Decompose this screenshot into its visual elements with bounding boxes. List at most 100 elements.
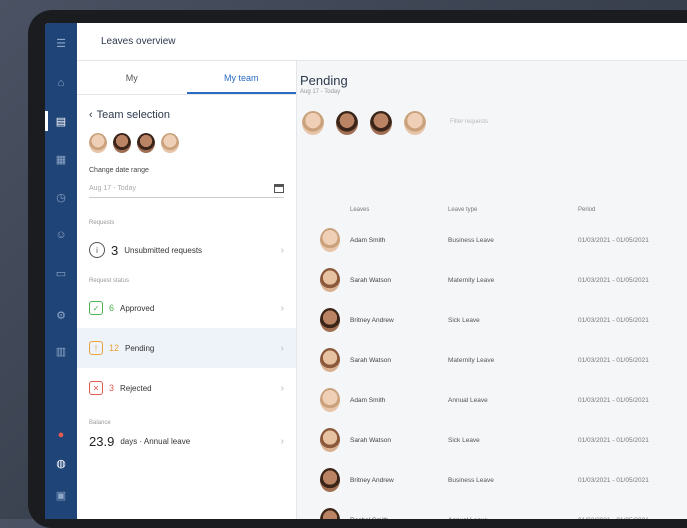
approved-row[interactable]: ✓ 6 Approved › bbox=[77, 288, 296, 328]
leave-type: Annual Leave bbox=[448, 397, 488, 404]
team-selection-label: Team selection bbox=[96, 109, 171, 121]
rejected-label: Rejected bbox=[120, 383, 152, 393]
leave-period: 01/03/2021 - 01/05/2021 bbox=[578, 357, 649, 364]
chevron-right-icon: › bbox=[280, 382, 284, 394]
leaves-table: Leaves Leave type Period Adam Smith Busin… bbox=[298, 201, 687, 519]
app-screen: ☰ ⌂ ▤ ▦ ◷ ☺ ▭ ⚙ ▥ ● ◍ ▣ Leaves overview … bbox=[45, 23, 687, 519]
table-row[interactable]: Sarah Watson Maternity Leave 01/03/2021 - … bbox=[298, 261, 687, 301]
column-header[interactable]: Period bbox=[578, 207, 595, 213]
table-row[interactable]: Rachel SmithAnnual Leave01/03/2021 - 01/… bbox=[298, 501, 687, 519]
page-title: Leaves overview bbox=[101, 36, 176, 47]
table-row[interactable]: Britney Andrew Business Leave 01/03/2021 -… bbox=[298, 461, 687, 501]
chevron-right-icon: › bbox=[280, 302, 284, 314]
table-row[interactable]: Britney Andrew Sick Leave 01/03/2021 - 01/… bbox=[298, 301, 687, 341]
chevron-right-icon: › bbox=[280, 342, 284, 354]
avatar[interactable] bbox=[89, 133, 107, 153]
employee-name: Adam Smith bbox=[350, 237, 386, 244]
chevron-left-icon: ‹ bbox=[89, 109, 93, 121]
employee-name: Britney Andrew bbox=[350, 477, 394, 484]
avatar bbox=[320, 388, 340, 412]
avatar[interactable] bbox=[137, 133, 155, 153]
leave-period: 01/03/2021 - 01/05/2021 bbox=[578, 477, 649, 484]
chevron-right-icon: › bbox=[280, 244, 284, 256]
leave-type: Business Leave bbox=[448, 237, 494, 244]
avatar bbox=[320, 468, 340, 492]
people-icon[interactable]: ☺ bbox=[53, 227, 69, 243]
table-row[interactable]: Sarah Watson Sick Leave 01/03/2021 - 01/05… bbox=[298, 421, 687, 461]
avatar[interactable] bbox=[161, 133, 179, 153]
pending-row[interactable]: ! 12 Pending › bbox=[77, 328, 296, 368]
clock-icon[interactable]: ◷ bbox=[53, 189, 69, 205]
check-icon: ✓ bbox=[89, 301, 103, 315]
leave-period: 01/03/2021 - 01/05/2021 bbox=[578, 397, 649, 404]
avatar bbox=[320, 348, 340, 372]
table-header: Leaves Leave type Period bbox=[298, 201, 687, 221]
leave-period: 01/03/2021 - 01/05/2021 bbox=[578, 437, 649, 444]
employee-name: Britney Andrew bbox=[350, 317, 394, 324]
pending-icon: ! bbox=[89, 341, 103, 355]
leave-period: 01/03/2021 - 01/05/2021 bbox=[578, 317, 649, 324]
unsubmitted-count: 3 bbox=[111, 242, 119, 258]
leaves-icon[interactable]: ▤ bbox=[45, 111, 69, 131]
leave-type: Business Leave bbox=[448, 477, 494, 484]
leave-period: 01/03/2021 - 01/05/2021 bbox=[578, 237, 649, 244]
pending-count: 12 bbox=[109, 343, 120, 353]
avatar bbox=[320, 308, 340, 332]
column-header[interactable]: Leave type bbox=[448, 207, 477, 213]
settings-icon[interactable]: ⚙ bbox=[53, 307, 69, 323]
menu-icon[interactable]: ☰ bbox=[53, 35, 69, 51]
avatar[interactable] bbox=[113, 133, 131, 153]
globe-icon[interactable]: ◍ bbox=[53, 455, 69, 471]
chart-icon[interactable]: ▥ bbox=[53, 343, 69, 359]
rejected-row[interactable]: ✕ 3 Rejected › bbox=[77, 368, 296, 408]
employee-name: Sarah Watson bbox=[350, 437, 391, 444]
balance-label: days · Annual leave bbox=[120, 436, 191, 446]
employee-name: Sarah Watson bbox=[350, 277, 391, 284]
avatar bbox=[320, 508, 340, 519]
balance-row[interactable]: 23.9 days · Annual leave › bbox=[77, 426, 296, 456]
date-range-label: Change date range bbox=[89, 167, 149, 174]
unsubmitted-label: Unsubmitted requests bbox=[124, 245, 203, 255]
request-status-caption: Request status bbox=[89, 278, 130, 284]
leave-period: 01/03/2021 - 01/05/2021 bbox=[578, 277, 649, 284]
tab-bar: My My team bbox=[77, 61, 296, 95]
tab-my-team[interactable]: My team bbox=[186, 61, 296, 94]
requests-caption: Requests bbox=[89, 220, 115, 226]
approved-count: 6 bbox=[109, 303, 115, 313]
table-row[interactable]: Adam Smith Annual Leave 01/03/2021 - 01/05… bbox=[298, 381, 687, 421]
unsubmitted-requests-row[interactable]: i 3 Unsubmitted requests › bbox=[77, 230, 296, 270]
document-icon[interactable]: ▭ bbox=[53, 265, 69, 281]
calendar-icon[interactable]: ▦ bbox=[53, 151, 69, 167]
column-header[interactable]: Leaves bbox=[350, 207, 369, 213]
avatar[interactable] bbox=[302, 111, 324, 135]
date-range-placeholder: Aug 17 - Today bbox=[89, 185, 136, 192]
avatar[interactable] bbox=[336, 111, 358, 135]
leave-type: Sick Leave bbox=[448, 317, 480, 324]
avatar bbox=[320, 428, 340, 452]
date-range-input[interactable]: Aug 17 - Today bbox=[89, 180, 284, 198]
table-row[interactable]: Sarah Watson Maternity Leave 01/03/2021 - … bbox=[298, 341, 687, 381]
pending-label: Pending bbox=[125, 343, 155, 353]
filter-avatars bbox=[302, 111, 426, 135]
pending-subtitle: Aug 17 - Today bbox=[300, 89, 341, 95]
calendar-icon[interactable] bbox=[274, 184, 284, 193]
leave-type: Sick Leave bbox=[448, 437, 480, 444]
profile-icon[interactable]: ▣ bbox=[53, 487, 69, 503]
balance-value: 23.9 bbox=[89, 433, 115, 449]
rejected-count: 3 bbox=[109, 383, 115, 393]
employee-name: Sarah Watson bbox=[350, 357, 391, 364]
main-content: Pending Aug 17 - Today Filter requests L… bbox=[298, 61, 687, 519]
close-icon: ✕ bbox=[89, 381, 103, 395]
team-avatars bbox=[89, 133, 284, 153]
team-selection-back[interactable]: ‹ Team selection bbox=[89, 109, 284, 121]
top-bar: Leaves overview bbox=[77, 23, 687, 61]
avatar[interactable] bbox=[370, 111, 392, 135]
avatar[interactable] bbox=[404, 111, 426, 135]
chevron-right-icon: › bbox=[280, 435, 284, 447]
table-row[interactable]: Adam Smith Business Leave 01/03/2021 - 01/… bbox=[298, 221, 687, 261]
filter-input[interactable]: Filter requests bbox=[450, 119, 488, 125]
notification-icon[interactable]: ● bbox=[53, 427, 69, 443]
home-icon[interactable]: ⌂ bbox=[53, 75, 69, 91]
pending-title: Pending bbox=[300, 73, 348, 88]
tab-my[interactable]: My bbox=[77, 61, 187, 94]
